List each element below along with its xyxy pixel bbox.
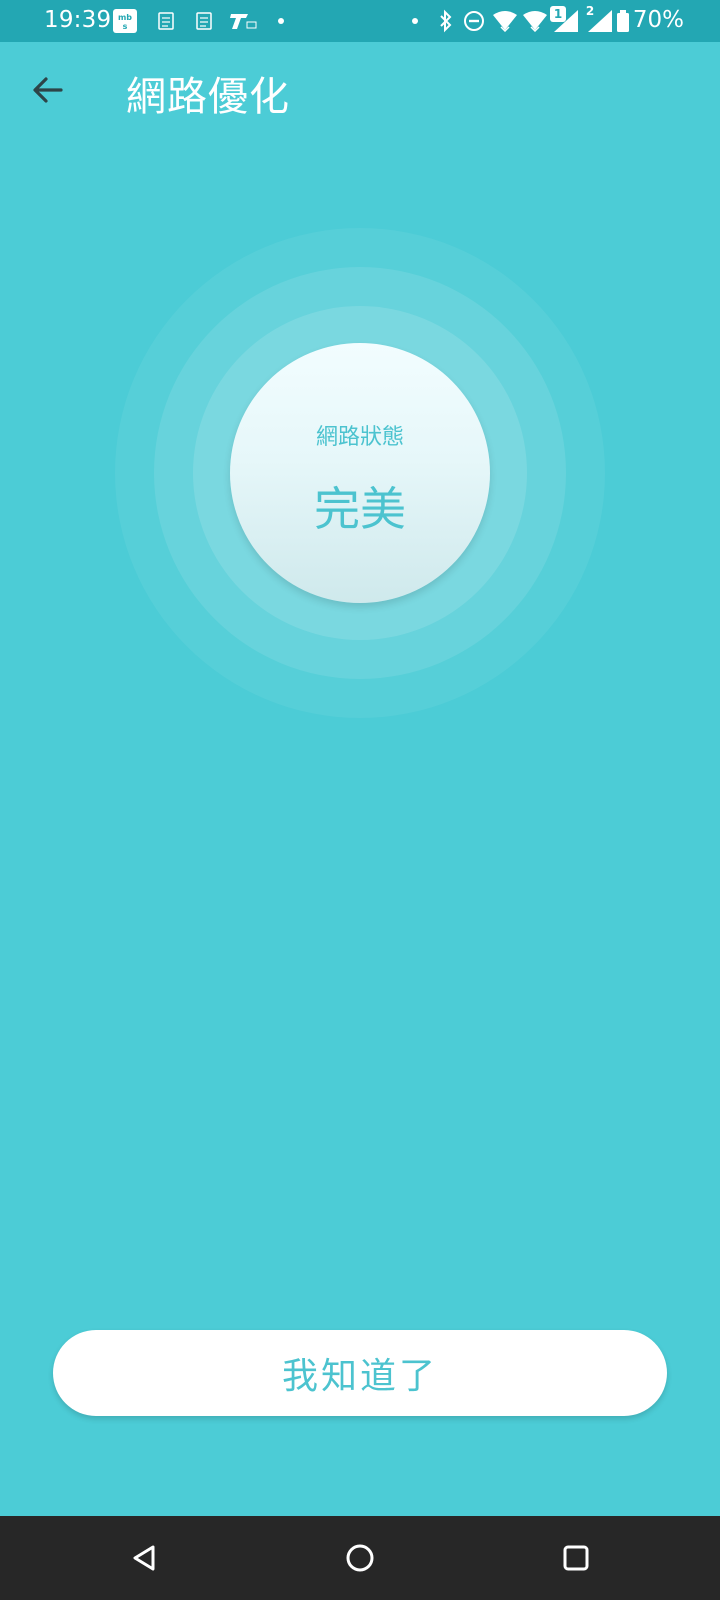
circle-home-icon <box>346 1544 374 1572</box>
sim1-badge: 1 <box>550 6 566 22</box>
svg-text:mb: mb <box>118 13 132 22</box>
triangle-back-icon <box>133 1545 155 1571</box>
navigation-bar <box>0 1516 720 1600</box>
wifi-icon <box>492 8 518 34</box>
notification-dot-icon <box>276 8 286 34</box>
svg-text:s: s <box>123 22 128 31</box>
status-time: 19:39 <box>44 7 112 33</box>
battery-icon <box>616 8 630 34</box>
nav-back-button[interactable] <box>120 1534 168 1582</box>
t-app-icon <box>228 8 258 34</box>
sim-card-icon <box>194 8 214 34</box>
nav-recents-button[interactable] <box>552 1534 600 1582</box>
arrow-left-icon <box>33 77 63 103</box>
wifi-icon <box>522 8 548 34</box>
network-status-label: 網路狀態 <box>315 425 404 450</box>
battery-percentage: 70% <box>632 7 684 33</box>
bluetooth-icon <box>436 8 456 34</box>
sim-card-icon <box>156 8 176 34</box>
page-title: 網路優化 <box>126 74 290 120</box>
back-button[interactable] <box>24 66 72 114</box>
square-recents-icon <box>563 1545 589 1571</box>
nav-home-button[interactable] <box>336 1534 384 1582</box>
do-not-disturb-icon <box>462 8 486 34</box>
confirm-button[interactable]: 我知道了 <box>53 1330 667 1416</box>
mbs-icon: mb s <box>112 8 138 34</box>
network-status-value: 完美 <box>314 482 406 536</box>
sim2-label: 2 <box>585 4 595 18</box>
notification-dot-icon <box>410 8 420 34</box>
status-bar: 19:39 mb s 1 2 70% <box>0 0 720 42</box>
network-status-circle: 網路狀態 完美 <box>230 343 490 603</box>
